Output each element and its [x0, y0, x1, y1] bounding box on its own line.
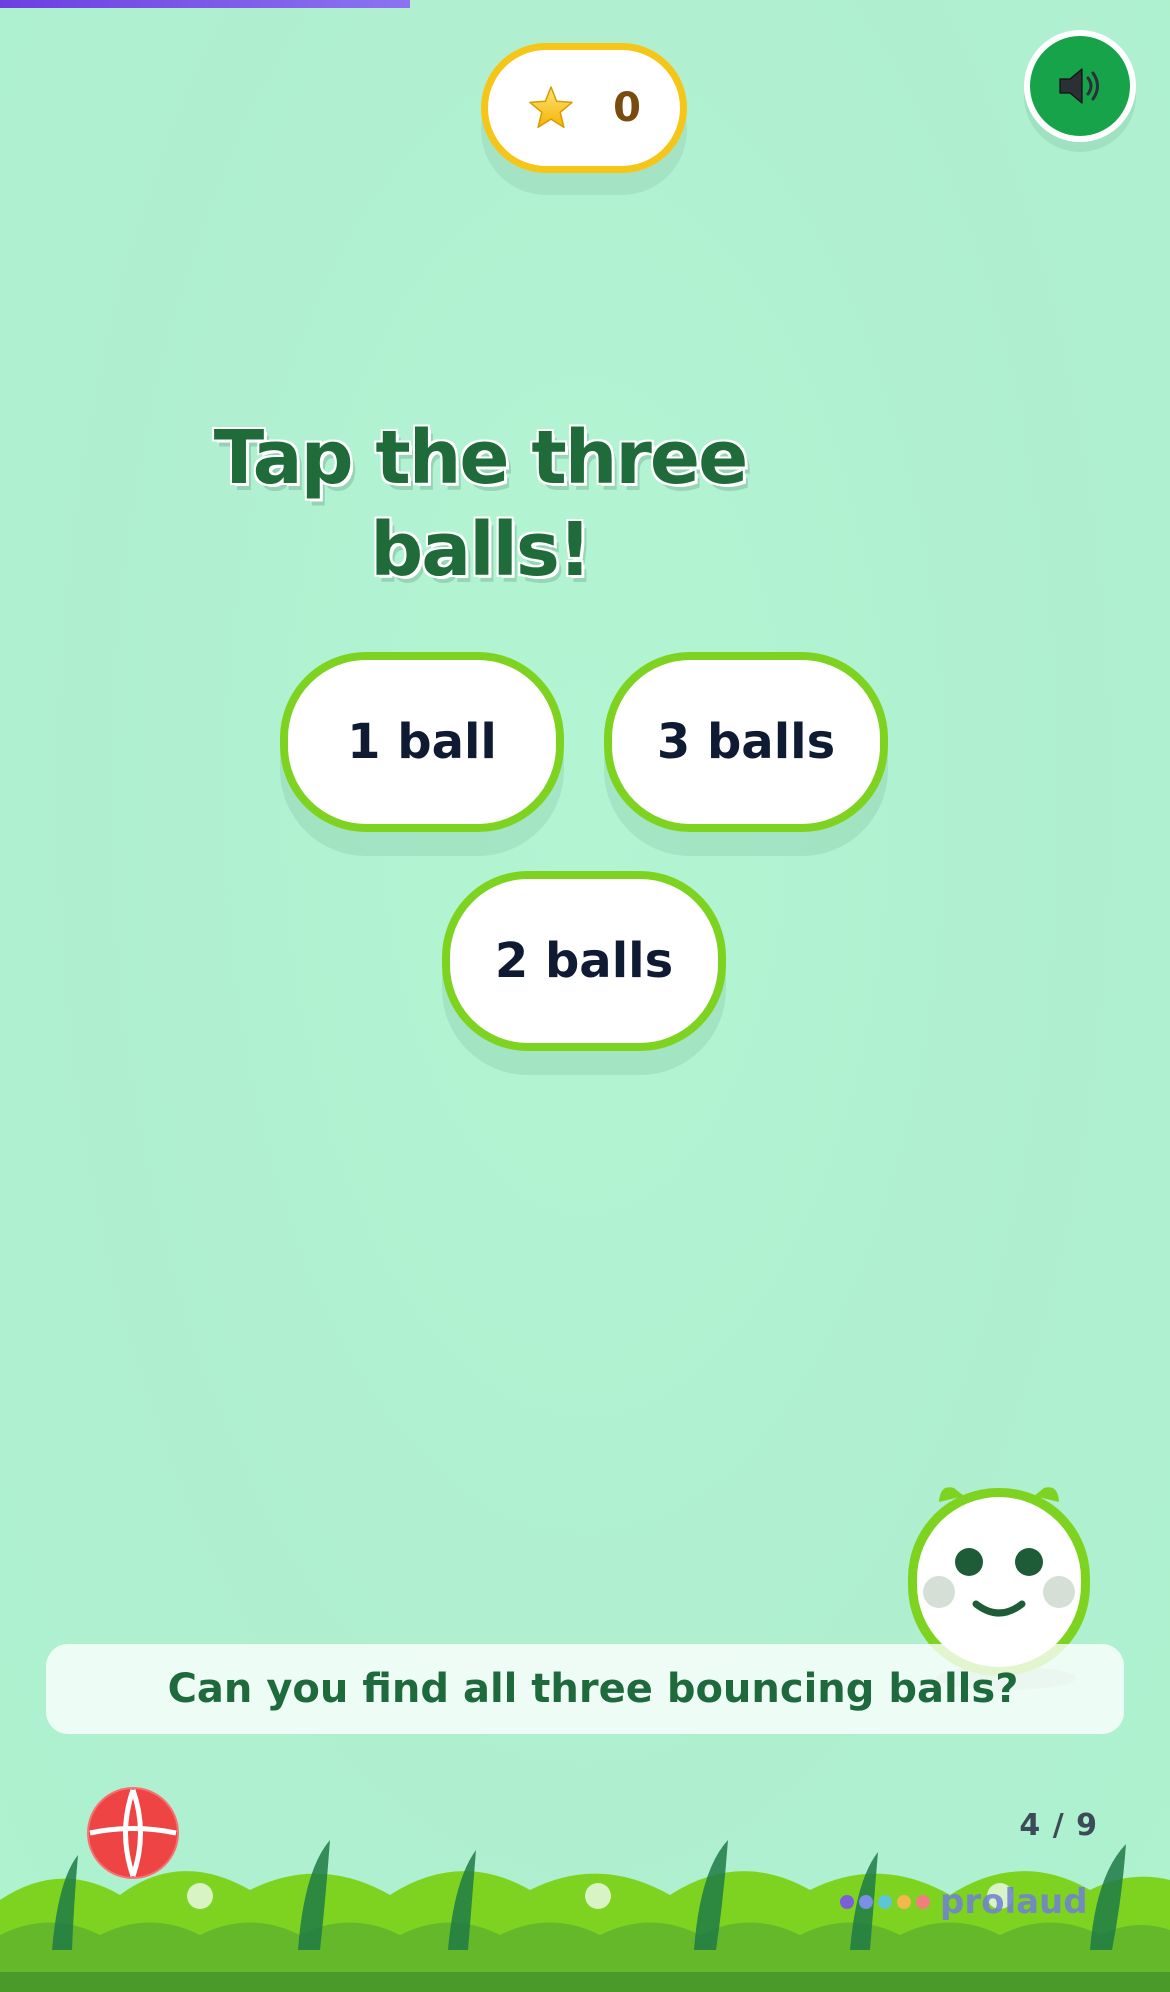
brand-dots [840, 1895, 930, 1909]
answer-option-3-balls[interactable]: 3 balls [604, 652, 888, 832]
star-icon [529, 86, 573, 129]
page-counter: 4 / 9 [1019, 1808, 1098, 1843]
brand-dot [916, 1895, 930, 1909]
brand-dot [897, 1895, 911, 1909]
answer-label: 1 ball [347, 714, 497, 770]
answer-option-2-balls[interactable]: 2 balls [442, 871, 726, 1051]
brand-dot [859, 1895, 873, 1909]
answer-label: 2 balls [494, 933, 674, 989]
answer-label: 3 balls [656, 714, 836, 770]
progress-bar [0, 0, 1170, 8]
score-value: 0 [613, 85, 641, 131]
brand-logo[interactable]: prolaud [840, 1880, 1088, 1924]
question-title: Tap the three balls! [213, 415, 749, 593]
answer-option-1-ball[interactable]: 1 ball [280, 652, 564, 832]
sound-toggle-button[interactable] [1024, 30, 1136, 142]
speaker-icon [1059, 68, 1099, 104]
progress-fill [0, 0, 410, 8]
hint-banner: Can you find all three bouncing balls? [46, 1644, 1124, 1734]
score-counter: 0 [481, 43, 687, 173]
brand-dot [878, 1895, 892, 1909]
brand-name: prolaud [940, 1882, 1088, 1922]
hint-text: Can you find all three bouncing balls? [167, 1666, 1019, 1712]
brand-dot [840, 1895, 854, 1909]
